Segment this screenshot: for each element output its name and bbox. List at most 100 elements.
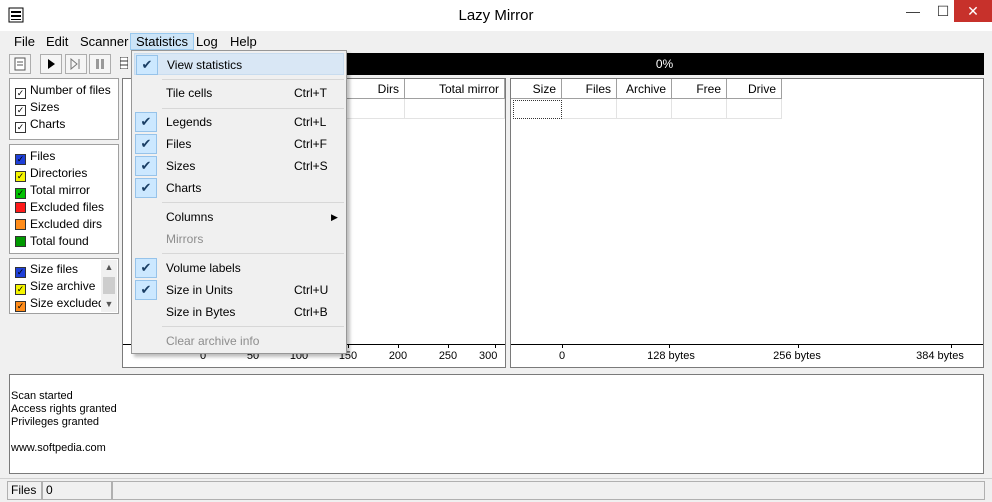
size-legend: ✓ Size files ✓ Size archive ✓ Size excluded…: [9, 258, 119, 314]
tile-cells-button[interactable]: [119, 54, 129, 74]
statistics-menu: ✔ View statistics Tile cells Ctrl+T ✔ Le…: [131, 50, 347, 354]
progress-bar: 0%: [345, 53, 984, 75]
legend-size-archive[interactable]: ✓ Size archive: [15, 279, 95, 295]
checkbox-checked-icon[interactable]: ✓: [15, 105, 26, 116]
color-swatch-icon[interactable]: [15, 202, 26, 213]
table-cell[interactable]: [617, 99, 672, 119]
log-line: Privileges granted: [11, 416, 100, 428]
menu-scanner[interactable]: Scanner: [75, 33, 133, 50]
focused-cell[interactable]: [513, 100, 562, 119]
menu-bar: File Edit Scanner Statistics Log Help: [0, 31, 992, 51]
axis-label: 128 bytes: [647, 350, 695, 362]
status-bar: Files 0: [0, 478, 992, 502]
play-icon: [48, 59, 55, 69]
check-icon: ✔: [135, 112, 157, 132]
axis-label: 256 bytes: [773, 350, 821, 362]
menu-item-charts[interactable]: ✔ Charts: [134, 177, 344, 199]
check-icon: ✔: [136, 55, 158, 75]
option-sizes[interactable]: ✓ Sizes: [15, 100, 59, 116]
axis-tick: [562, 344, 563, 348]
checkbox-checked-icon[interactable]: ✓: [15, 301, 26, 312]
legend-total-found[interactable]: Total found: [15, 234, 89, 249]
table-cell[interactable]: [727, 99, 782, 119]
axis-tick: [669, 344, 670, 348]
display-options: ✓ Number of files ✓ Sizes ✓ Charts: [9, 78, 119, 140]
axis-tick: [798, 344, 799, 348]
legend-excluded-files[interactable]: Excluded files: [15, 200, 104, 215]
column-header-free[interactable]: Free: [672, 79, 727, 99]
table-cell[interactable]: [672, 99, 727, 119]
log-line: www.softpedia.com: [11, 442, 106, 454]
column-header-files[interactable]: Files: [562, 79, 617, 99]
menu-separator: [162, 202, 344, 203]
axis-tick: [398, 344, 399, 348]
menu-separator: [162, 79, 344, 80]
count-legend: ✓ Files ✓ Directories ✓ Total mirror Exclud…: [9, 144, 119, 254]
status-label: Files: [7, 481, 42, 500]
column-header-dirs[interactable]: Dirs: [347, 79, 405, 99]
log-pane[interactable]: Scan started Access rights granted Privi…: [9, 374, 984, 474]
checkbox-checked-icon[interactable]: ✓: [15, 122, 26, 133]
check-icon: ✔: [135, 134, 157, 154]
log-line: Scan started: [11, 390, 73, 402]
menu-item-tile-cells[interactable]: Tile cells Ctrl+T: [134, 82, 344, 104]
menu-edit[interactable]: Edit: [41, 33, 73, 50]
check-icon: ✔: [135, 156, 157, 176]
pause-scan-button[interactable]: [89, 54, 111, 74]
scroll-up-icon[interactable]: ▲: [101, 260, 117, 275]
legend-directories[interactable]: ✓ Directories: [15, 166, 87, 182]
checkbox-checked-icon[interactable]: ✓: [15, 284, 26, 295]
menu-item-size-in-units[interactable]: ✔ Size in Units Ctrl+U: [134, 279, 344, 301]
menu-item-volume-labels[interactable]: ✔ Volume labels: [134, 257, 344, 279]
checkbox-checked-icon[interactable]: ✓: [15, 154, 26, 165]
menu-item-legends[interactable]: ✔ Legends Ctrl+L: [134, 111, 344, 133]
step-scan-button[interactable]: [65, 54, 87, 74]
menu-file[interactable]: File: [9, 33, 40, 50]
menu-item-size-in-bytes[interactable]: Size in Bytes Ctrl+B: [134, 301, 344, 323]
scroll-down-icon[interactable]: ▼: [101, 297, 117, 312]
menu-separator: [162, 108, 344, 109]
axis-tick: [495, 344, 496, 348]
menu-item-view-statistics[interactable]: ✔ View statistics: [134, 53, 344, 75]
legend-excluded-dirs[interactable]: Excluded dirs: [15, 217, 102, 232]
menu-item-columns[interactable]: Columns ▶: [134, 206, 344, 228]
menu-log[interactable]: Log: [191, 33, 223, 50]
column-header-archive[interactable]: Archive: [617, 79, 672, 99]
close-button[interactable]: ✕: [954, 0, 992, 22]
grid-icon: [119, 56, 129, 70]
menu-item-sizes[interactable]: ✔ Sizes Ctrl+S: [134, 155, 344, 177]
title-bar: Lazy Mirror — ☐ ✕: [0, 0, 992, 31]
column-header-size[interactable]: Size: [511, 79, 562, 99]
scroll-thumb[interactable]: [103, 277, 115, 294]
submenu-arrow-icon: ▶: [331, 212, 338, 222]
minimize-button[interactable]: —: [898, 0, 928, 22]
legend-size-excluded[interactable]: ✓ Size excluded: [15, 296, 105, 312]
table-cell[interactable]: [347, 99, 405, 119]
drives-statistics-pane[interactable]: Size Files Archive Free Drive 0 128 byte…: [510, 78, 984, 368]
menu-help[interactable]: Help: [225, 33, 262, 50]
column-header-total-mirror[interactable]: Total mirror: [405, 79, 505, 99]
new-document-button[interactable]: [9, 54, 31, 74]
legend-scrollbar[interactable]: ▲ ▼: [101, 260, 117, 312]
checkbox-checked-icon[interactable]: ✓: [15, 171, 26, 182]
status-panel: [112, 481, 985, 500]
column-header-drive[interactable]: Drive: [727, 79, 782, 99]
axis-label: 250: [438, 350, 458, 362]
option-charts[interactable]: ✓ Charts: [15, 117, 65, 133]
color-swatch-icon[interactable]: [15, 236, 26, 247]
option-number-of-files[interactable]: ✓ Number of files: [15, 83, 111, 99]
table-cell[interactable]: [562, 99, 617, 119]
axis-label: 0: [558, 350, 566, 362]
menu-item-files[interactable]: ✔ Files Ctrl+F: [134, 133, 344, 155]
legend-total-mirror[interactable]: ✓ Total mirror: [15, 183, 90, 199]
checkbox-checked-icon[interactable]: ✓: [15, 188, 26, 199]
legend-size-files[interactable]: ✓ Size files: [15, 262, 78, 278]
legend-files[interactable]: ✓ Files: [15, 149, 55, 165]
table-cell[interactable]: [405, 99, 505, 119]
menu-statistics[interactable]: Statistics: [130, 33, 195, 50]
checkbox-checked-icon[interactable]: ✓: [15, 88, 26, 99]
axis-tick: [951, 344, 952, 348]
color-swatch-icon[interactable]: [15, 219, 26, 230]
checkbox-checked-icon[interactable]: ✓: [15, 267, 26, 278]
start-scan-button[interactable]: [40, 54, 62, 74]
